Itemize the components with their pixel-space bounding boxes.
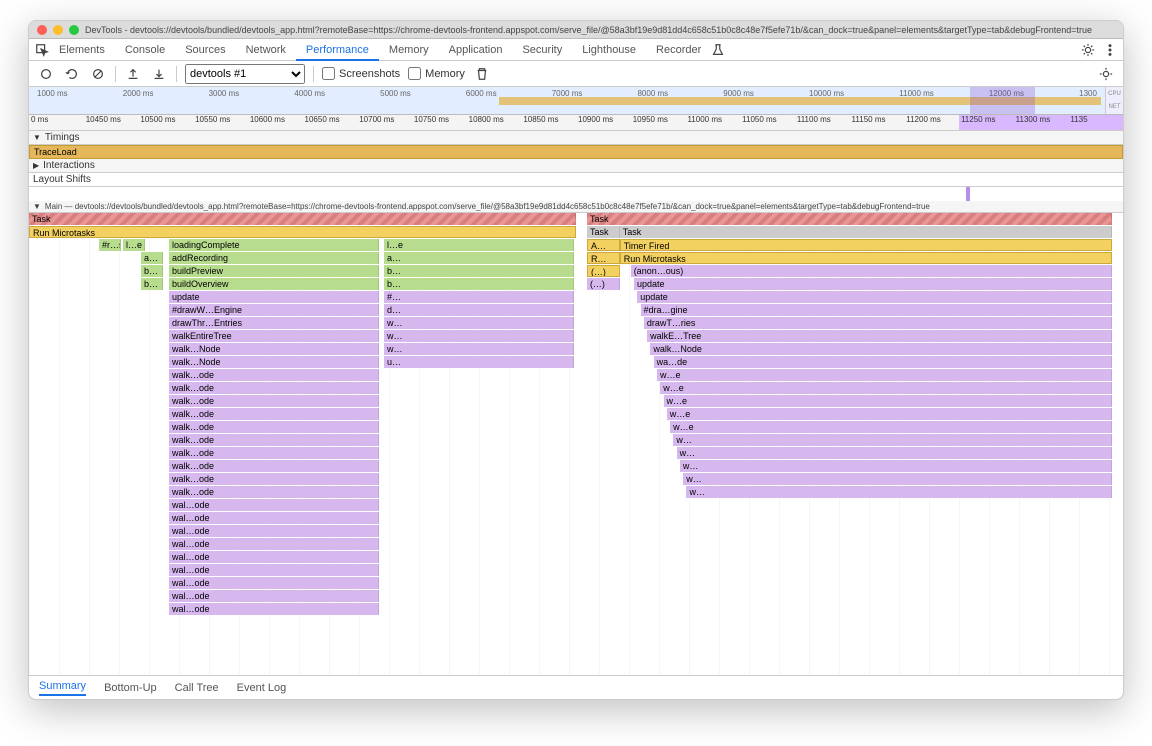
- flame-chart[interactable]: Task Run Microtasks #r…sl…ea…b…b… loadin…: [29, 213, 1123, 675]
- tab-console[interactable]: Console: [115, 41, 175, 59]
- flame-call[interactable]: walk…ode: [169, 382, 379, 395]
- flame-call[interactable]: wal…ode: [169, 551, 379, 564]
- flame-call[interactable]: update: [169, 291, 379, 304]
- screenshots-checkbox[interactable]: Screenshots: [322, 67, 400, 80]
- maximize-icon[interactable]: [69, 25, 79, 35]
- beaker-icon: [711, 43, 725, 57]
- flame-call[interactable]: wa…de: [654, 356, 1112, 369]
- flame-call[interactable]: wal…ode: [169, 538, 379, 551]
- panel-tabs: ElementsConsoleSourcesNetworkPerformance…: [29, 39, 1123, 61]
- flame-call[interactable]: walkE…Tree: [647, 330, 1112, 343]
- upload-icon[interactable]: [124, 65, 142, 83]
- section-interactions[interactable]: ▶Interactions: [29, 159, 1123, 173]
- flame-call[interactable]: #drawW…Engine: [169, 304, 379, 317]
- close-icon[interactable]: [37, 25, 47, 35]
- flame-call[interactable]: walk…Node: [169, 343, 379, 356]
- flame-call[interactable]: walk…ode: [169, 408, 379, 421]
- flame-call[interactable]: wal…ode: [169, 577, 379, 590]
- flame-call[interactable]: wal…ode: [169, 499, 379, 512]
- bottom-tab-summary[interactable]: Summary: [39, 680, 86, 696]
- flame-call[interactable]: w…: [677, 447, 1112, 460]
- reload-icon[interactable]: [63, 65, 81, 83]
- flame-call[interactable]: walk…ode: [169, 369, 379, 382]
- section-timings[interactable]: ▼Timings: [29, 131, 1123, 145]
- download-icon[interactable]: [150, 65, 168, 83]
- tab-lighthouse[interactable]: Lighthouse: [572, 41, 646, 59]
- flame-call[interactable]: loadingComplete: [169, 239, 379, 252]
- minimize-icon[interactable]: [53, 25, 63, 35]
- flame-call[interactable]: walk…ode: [169, 395, 379, 408]
- flame-call[interactable]: w…: [686, 486, 1112, 499]
- overview-timeline[interactable]: 1000 ms2000 ms3000 ms4000 ms5000 ms6000 …: [29, 87, 1123, 115]
- main-thread-header[interactable]: ▼Main — devtools://devtools/bundled/devt…: [29, 201, 1123, 213]
- bottom-tab-bottom-up[interactable]: Bottom-Up: [104, 682, 157, 694]
- flame-call[interactable]: w…: [673, 434, 1112, 447]
- tab-network[interactable]: Network: [236, 41, 296, 59]
- bottom-tab-event-log[interactable]: Event Log: [237, 682, 287, 694]
- flame-call[interactable]: w…e: [670, 421, 1112, 434]
- flame-call[interactable]: buildPreview: [169, 265, 379, 278]
- flame-call[interactable]: update: [634, 278, 1112, 291]
- time-ruler[interactable]: 0 ms10450 ms10500 ms10550 ms10600 ms1065…: [29, 115, 1123, 131]
- more-icon[interactable]: [1103, 43, 1117, 57]
- trash-icon[interactable]: [473, 65, 491, 83]
- inspect-icon[interactable]: [35, 43, 49, 57]
- bottom-tabs: Summary Bottom-Up Call Tree Event Log: [29, 675, 1123, 699]
- tab-recorder[interactable]: Recorder: [646, 41, 711, 59]
- flame-call[interactable]: w…e: [660, 382, 1112, 395]
- flame-call[interactable]: w…e: [667, 408, 1112, 421]
- flame-call[interactable]: (anon…ous): [631, 265, 1112, 278]
- layout-shift-track: [29, 187, 1123, 201]
- tab-sources[interactable]: Sources: [175, 41, 235, 59]
- flame-call[interactable]: wal…ode: [169, 603, 379, 616]
- section-layoutshifts[interactable]: Layout Shifts: [29, 173, 1123, 187]
- flame-call[interactable]: walk…ode: [169, 486, 379, 499]
- flame-call[interactable]: walk…ode: [169, 473, 379, 486]
- tab-elements[interactable]: Elements: [49, 41, 115, 59]
- perf-toolbar: devtools #1 Screenshots Memory: [29, 61, 1123, 87]
- flame-call[interactable]: walk…Node: [169, 356, 379, 369]
- flame-call[interactable]: drawThr…Entries: [169, 317, 379, 330]
- flame-call[interactable]: w…e: [664, 395, 1113, 408]
- gear-icon[interactable]: [1081, 43, 1095, 57]
- titlebar: DevTools - devtools://devtools/bundled/d…: [29, 21, 1123, 39]
- flame-call[interactable]: drawT…ries: [644, 317, 1112, 330]
- flame-call[interactable]: walk…ode: [169, 460, 379, 473]
- flame-call[interactable]: wal…ode: [169, 525, 379, 538]
- flame-call[interactable]: w…: [680, 460, 1112, 473]
- flame-call[interactable]: walk…ode: [169, 434, 379, 447]
- flame-call[interactable]: wal…ode: [169, 564, 379, 577]
- record-icon[interactable]: [37, 65, 55, 83]
- tab-performance[interactable]: Performance: [296, 41, 379, 61]
- flame-call[interactable]: w…: [683, 473, 1112, 486]
- flame-call[interactable]: walk…Node: [650, 343, 1112, 356]
- flame-call[interactable]: #dra…gine: [641, 304, 1113, 317]
- flame-call[interactable]: addRecording: [169, 252, 379, 265]
- flame-call[interactable]: walkEntireTree: [169, 330, 379, 343]
- clear-icon[interactable]: [89, 65, 107, 83]
- traceload-bar[interactable]: TraceLoad: [29, 145, 1123, 159]
- memory-checkbox[interactable]: Memory: [408, 67, 465, 80]
- flame-call[interactable]: walk…ode: [169, 421, 379, 434]
- flame-call[interactable]: walk…ode: [169, 447, 379, 460]
- window-title: DevTools - devtools://devtools/bundled/d…: [85, 25, 1092, 35]
- tab-security[interactable]: Security: [512, 41, 572, 59]
- devtools-window: DevTools - devtools://devtools/bundled/d…: [28, 20, 1124, 700]
- flame-call[interactable]: wal…ode: [169, 590, 379, 603]
- flame-call[interactable]: wal…ode: [169, 512, 379, 525]
- tab-memory[interactable]: Memory: [379, 41, 439, 59]
- tab-application[interactable]: Application: [439, 41, 513, 59]
- bottom-tab-call-tree[interactable]: Call Tree: [175, 682, 219, 694]
- profile-select[interactable]: devtools #1: [185, 64, 305, 84]
- settings-icon[interactable]: [1097, 65, 1115, 83]
- flame-call[interactable]: buildOverview: [169, 278, 379, 291]
- flame-call[interactable]: w…e: [657, 369, 1112, 382]
- flame-call[interactable]: update: [637, 291, 1112, 304]
